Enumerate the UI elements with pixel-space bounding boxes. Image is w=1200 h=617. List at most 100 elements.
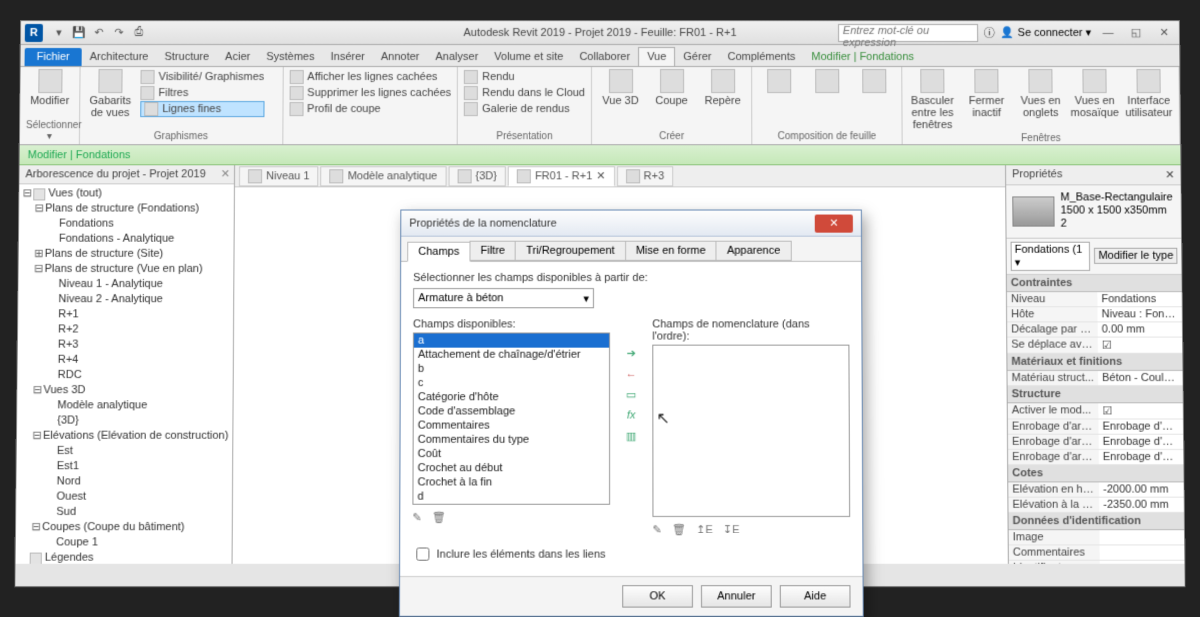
ribbon-tab[interactable]: Collaborer — [571, 48, 638, 66]
ribbon-tab[interactable]: Gérer — [675, 48, 719, 66]
tree-node[interactable]: R+3 — [18, 338, 233, 353]
delete-icon[interactable]: 🗑 — [672, 523, 686, 536]
combine-button[interactable]: ▥ — [626, 430, 636, 443]
list-item[interactable]: Crochet au début — [414, 461, 610, 475]
info-icon[interactable]: ⓘ — [984, 24, 995, 40]
thin-lines-button[interactable]: Lignes fines — [140, 101, 264, 117]
tree-node[interactable]: Nord — [16, 474, 232, 489]
list-item[interactable]: Attachement de chaînage/d'étrier — [414, 348, 609, 362]
property-row[interactable]: Se déplace avec...☑ — [1007, 337, 1182, 353]
property-category[interactable]: Contraintes — [1007, 275, 1182, 292]
edit-icon[interactable]: ✎ — [412, 511, 421, 524]
property-category[interactable]: Cotes — [1008, 465, 1184, 482]
move-down-icon[interactable]: ↧E — [723, 523, 740, 536]
tree-node[interactable]: Est1 — [16, 459, 232, 474]
include-linked-checkbox[interactable] — [416, 547, 429, 560]
dialog-tab[interactable]: Champs — [407, 242, 470, 262]
cancel-button[interactable]: Annuler — [701, 585, 772, 607]
render-cloud-button[interactable]: Rendu dans le Cloud — [464, 85, 585, 101]
tree-node[interactable]: Fondations - Analytique — [19, 232, 234, 247]
close-icon[interactable]: ✕ — [1165, 168, 1174, 181]
delete-icon[interactable]: 🗑 — [432, 511, 446, 524]
list-item[interactable]: d — [413, 490, 609, 504]
qat-undo-icon[interactable]: ↶ — [90, 23, 108, 41]
tree-node[interactable]: ⊟Plans de structure (Fondations) — [19, 201, 234, 216]
property-row[interactable]: NiveauFondations — [1007, 292, 1182, 307]
list-item[interactable]: Crochet à la fin — [413, 475, 609, 489]
move-up-icon[interactable]: ↥E — [696, 523, 713, 536]
view-tab[interactable]: FR01 - R+1 ✕ — [508, 166, 615, 186]
minimize-icon[interactable]: — — [1097, 26, 1119, 38]
add-param-button[interactable]: ▭ — [626, 388, 636, 401]
tree-node[interactable]: Fondations — [19, 217, 234, 232]
tree-node[interactable]: ⊞Plans de structure (Site) — [19, 247, 234, 262]
tree-node[interactable]: RDC — [17, 368, 232, 383]
view-tab[interactable]: R+3 — [617, 166, 674, 186]
view-tab[interactable]: Niveau 1 — [239, 166, 319, 186]
sheet-comp-button[interactable] — [854, 69, 896, 93]
remove-hidden-button[interactable]: Supprimer les lignes cachées — [289, 85, 451, 101]
section-button[interactable]: Coupe — [649, 69, 694, 107]
list-item[interactable]: a — [414, 334, 609, 348]
qat-print-icon[interactable]: ⎙ — [130, 23, 148, 41]
discipline-select[interactable]: Armature à béton▾ — [413, 288, 594, 308]
property-row[interactable]: Décalage par ra...0.00 mm — [1007, 322, 1182, 337]
property-row[interactable]: Activer le mod...☑ — [1008, 403, 1183, 419]
help-search-input[interactable]: Entrez mot-clé ou expression — [838, 23, 978, 41]
dialog-tab[interactable]: Apparence — [716, 241, 792, 261]
tree-node[interactable]: ⊟Vues (tout) — [19, 186, 234, 201]
add-field-button[interactable]: ➔ — [627, 347, 636, 360]
view-tab[interactable]: {3D} — [448, 166, 506, 186]
qat-redo-icon[interactable]: ↷ — [110, 23, 128, 41]
dialog-tab[interactable]: Tri/Regroupement — [515, 241, 626, 261]
property-row[interactable]: HôteNiveau : Fondati... — [1007, 307, 1182, 322]
show-hidden-button[interactable]: Afficher les lignes cachées — [289, 69, 451, 85]
ribbon-tab[interactable]: Modifier | Fondations — [803, 48, 922, 66]
property-row[interactable]: Commentaires — [1009, 545, 1185, 560]
tree-node[interactable]: Modèle analytique — [17, 398, 233, 413]
list-item[interactable]: c — [414, 376, 609, 390]
tree-node[interactable]: Légendes — [16, 551, 232, 564]
signin-link[interactable]: 👤 Se connecter ▾ — [1001, 26, 1091, 39]
list-item[interactable]: Commentaires du type — [414, 433, 609, 447]
tree-node[interactable]: R+1 — [18, 307, 233, 322]
close-icon[interactable]: ✕ — [1153, 26, 1175, 39]
property-row[interactable]: Image — [1009, 530, 1185, 545]
3dview-button[interactable]: Vue 3D — [598, 69, 643, 107]
tree-node[interactable]: Coupe 1 — [16, 535, 232, 550]
ribbon-tab[interactable]: Acier — [217, 48, 258, 66]
tree-node[interactable]: ⊟Elévations (Elévation de construction) — [17, 429, 233, 444]
modify-button[interactable]: Modifier — [26, 69, 73, 107]
list-item[interactable]: Commentaires — [414, 419, 609, 433]
property-row[interactable]: Enrobage d'arm...Enrobage d'arm... — [1008, 419, 1183, 434]
edit-type-button[interactable]: Modifier le type — [1094, 248, 1177, 264]
property-row[interactable]: Enrobage d'arm...Enrobage d'arm... — [1008, 449, 1183, 464]
list-item[interactable]: Coût — [414, 447, 609, 461]
cut-profile-button[interactable]: Profil de coupe — [289, 101, 451, 117]
ribbon-tab[interactable]: Vue — [638, 47, 675, 66]
switch-windows-button[interactable]: Basculer entre les fenêtres — [908, 69, 956, 131]
ribbon-tab[interactable]: Analyser — [427, 48, 486, 66]
tree-node[interactable]: Sud — [16, 505, 232, 520]
list-item[interactable]: b — [414, 362, 609, 376]
tile-views-button[interactable]: Vues en mosaïque — [1070, 69, 1118, 119]
property-category[interactable]: Structure — [1008, 386, 1183, 403]
callout-button[interactable]: Repère — [700, 69, 745, 107]
property-category[interactable]: Matériaux et finitions — [1007, 353, 1182, 370]
file-tab[interactable]: Fichier — [25, 48, 82, 66]
close-icon[interactable]: ✕ — [596, 169, 605, 182]
edit-icon[interactable]: ✎ — [652, 523, 661, 536]
view-templates-button[interactable]: Gabarits de vues — [86, 69, 134, 119]
list-item[interactable]: Code d'assemblage — [414, 404, 609, 418]
ribbon-tab[interactable]: Structure — [156, 48, 217, 66]
tab-views-button[interactable]: Vues en onglets — [1016, 69, 1064, 119]
ribbon-tab[interactable]: Insérer — [322, 48, 372, 66]
property-row[interactable]: Matériau struct...Béton - Coulé... — [1007, 370, 1182, 385]
tree-node[interactable]: Ouest — [16, 490, 232, 505]
qat-save-icon[interactable]: 💾 — [70, 23, 88, 41]
tree-node[interactable]: Niveau 2 - Analytique — [18, 292, 233, 307]
property-row[interactable]: Elévation en haut-2000.00 mm — [1008, 482, 1184, 497]
ribbon-tab[interactable]: Systèmes — [258, 48, 322, 66]
type-selector[interactable]: Fondations (1 ▾ — [1011, 241, 1091, 270]
ribbon-tab[interactable]: Compléments — [719, 48, 803, 66]
